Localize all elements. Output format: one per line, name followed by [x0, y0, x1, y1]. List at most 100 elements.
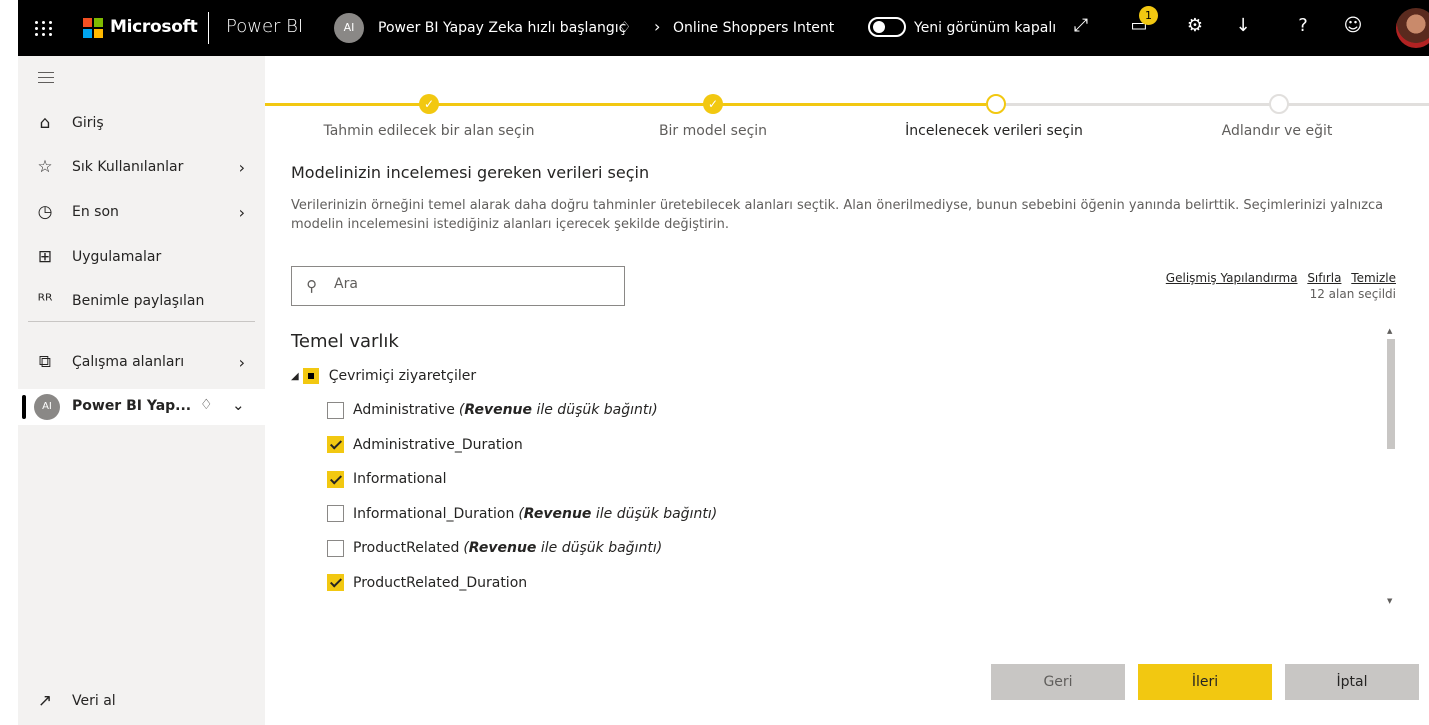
back-button[interactable]: Geri [991, 664, 1125, 700]
shared-icon: ᴿᴿ [37, 291, 53, 311]
field-checkbox[interactable] [327, 505, 344, 523]
nav-recent[interactable]: ◷ En son › [18, 194, 265, 230]
get-data-arrow-icon: ↗ [37, 691, 53, 711]
field-name: Informational_Duration [353, 505, 515, 522]
scroll-up-icon[interactable]: ▲ [1387, 327, 1392, 335]
waffle-icon[interactable] [32, 17, 56, 39]
active-indicator [22, 395, 26, 419]
field-note: (Revenue ile düşük bağıntı) [463, 540, 662, 556]
step-1-label: Tahmin edilecek bir alan seçin [323, 123, 535, 139]
top-bar: Microsoft Power BI AI Power BI Yapay Zek… [18, 0, 1429, 56]
field-checkbox[interactable] [327, 436, 344, 454]
brand-divider [208, 12, 209, 44]
field-checkbox[interactable] [327, 401, 344, 419]
chevron-right-icon[interactable]: › [239, 158, 245, 177]
cancel-button[interactable]: İptal [1285, 664, 1419, 700]
search-box[interactable]: ⚲ [291, 266, 625, 306]
step-4-label: Adlandır ve eğit [1221, 123, 1333, 139]
nav-label: En son [72, 204, 119, 220]
chevron-right-icon: › [654, 17, 661, 36]
nav-label: Çalışma alanları [72, 354, 185, 370]
note-target: Revenue [468, 540, 537, 557]
field-note: (Revenue ile düşük bağıntı) [459, 402, 658, 418]
microsoft-brand[interactable]: Microsoft [110, 17, 198, 37]
step-1-check-icon: ✓ [419, 94, 439, 114]
field-row[interactable]: Administrative (Revenue ile düşük bağınt… [327, 393, 1367, 428]
scroll-thumb[interactable] [1387, 339, 1395, 449]
workspace-avatar: AI [34, 394, 60, 420]
nav-home[interactable]: ⌂ Giriş [18, 105, 265, 141]
new-look-toggle[interactable] [868, 17, 906, 37]
field-row[interactable]: ProductRelated (Revenue ile düşük bağınt… [327, 531, 1367, 566]
note-text: ile düşük bağıntı) [536, 540, 663, 557]
nav-divider [28, 321, 255, 322]
page-description: Verilerinizin örneğini temel alarak daha… [291, 198, 1384, 232]
field-list-scrollbar[interactable]: ▲ ▼ [1384, 327, 1398, 605]
workspace-avatar[interactable]: AI [334, 13, 364, 43]
collapse-triangle-icon[interactable]: ◢ [291, 371, 299, 382]
field-name: Administrative_Duration [353, 436, 523, 453]
step-2-check-icon: ✓ [703, 94, 723, 114]
note-target: Revenue [464, 402, 533, 419]
stepper-remaining-line [986, 103, 1429, 106]
field-row[interactable]: Administrative_Duration [327, 428, 1367, 463]
field-name: Administrative [353, 402, 455, 419]
step-3-label: İncelenecek verileri seçin [905, 123, 1083, 139]
user-avatar[interactable] [1396, 8, 1429, 48]
hamburger-icon[interactable] [38, 72, 54, 87]
download-icon[interactable]: ↓ [1230, 15, 1256, 36]
nav-favorites[interactable]: ☆ Sık Kullanılanlar › [18, 149, 265, 185]
partial-checkbox[interactable] [302, 368, 319, 384]
scroll-down-icon[interactable]: ▼ [1387, 597, 1392, 605]
entity-heading: Temel varlık [291, 331, 399, 352]
home-icon: ⌂ [39, 113, 51, 133]
nav-label: Uygulamalar [72, 249, 162, 265]
field-checkbox[interactable] [327, 470, 344, 488]
field-row[interactable]: ProductRelated_Duration [327, 566, 1367, 601]
search-icon: ⚲ [306, 277, 317, 295]
nav-shared[interactable]: ᴿᴿ Benimle paylaşılan [18, 283, 265, 319]
expand-icon[interactable]: ⤢ [1068, 15, 1094, 36]
field-name: Informational [353, 471, 447, 488]
left-nav: ⌂ Giriş ☆ Sık Kullanılanlar › ◷ En son ›… [18, 56, 265, 725]
entity-node[interactable]: ◢ Çevrimiçi ziyaretçiler [291, 365, 476, 387]
reset-link[interactable]: Sıfırla [1307, 271, 1341, 285]
field-checkbox[interactable] [327, 574, 344, 592]
clock-icon: ◷ [37, 202, 53, 222]
nav-get-data[interactable]: ↗ Veri al [18, 683, 265, 719]
chevron-down-icon[interactable]: ⌄ [232, 396, 245, 414]
diamond-icon: ♢ [618, 18, 632, 36]
chevron-right-icon[interactable]: › [239, 203, 245, 222]
step-2-label: Bir model seçin [658, 123, 768, 139]
stepper-progress-line [265, 103, 986, 106]
apps-icon: ⊞ [37, 247, 53, 267]
star-icon: ☆ [37, 157, 53, 177]
page-title: Modelinizin incelemesi gereken verileri … [291, 163, 650, 182]
next-button[interactable]: İleri [1138, 664, 1272, 700]
diamond-icon: ♢ [200, 397, 213, 413]
nav-current-workspace[interactable]: AI Power BI Yap... ♢ ⌄ [18, 389, 265, 425]
smiley-icon[interactable]: ☺ [1340, 15, 1366, 36]
field-note: (Revenue ile düşük bağıntı) [518, 506, 717, 522]
search-input[interactable] [334, 276, 604, 292]
step-3-current-dot [986, 94, 1006, 114]
breadcrumb-workspace[interactable]: Power BI Yapay Zeka hızlı başlangıç [378, 20, 626, 36]
app-name[interactable]: Power BI [226, 16, 303, 37]
field-checkbox[interactable] [327, 539, 344, 557]
advanced-config-link[interactable]: Gelişmiş Yapılandırma [1166, 271, 1298, 285]
nav-workspaces[interactable]: ⧉ Çalışma alanları › [18, 344, 265, 380]
note-text: ile düşük bağıntı) [532, 402, 658, 419]
entity-name: Çevrimiçi ziyaretçiler [328, 368, 477, 384]
nav-label: Giriş [72, 115, 104, 131]
help-icon[interactable]: ? [1290, 15, 1316, 36]
field-list: Administrative (Revenue ile düşük bağınt… [327, 393, 1367, 600]
clear-link[interactable]: Temizle [1351, 271, 1396, 285]
field-row[interactable]: Informational_Duration (Revenue ile düşü… [327, 497, 1367, 532]
workspace-label: Power BI Yap... [72, 398, 192, 414]
breadcrumb-item[interactable]: Online Shoppers Intent [673, 20, 834, 36]
gear-icon[interactable]: ⚙ [1182, 15, 1208, 36]
field-row[interactable]: Informational [327, 462, 1367, 497]
nav-apps[interactable]: ⊞ Uygulamalar [18, 239, 265, 275]
note-target: Revenue [523, 505, 592, 522]
chevron-right-icon[interactable]: › [239, 353, 245, 372]
